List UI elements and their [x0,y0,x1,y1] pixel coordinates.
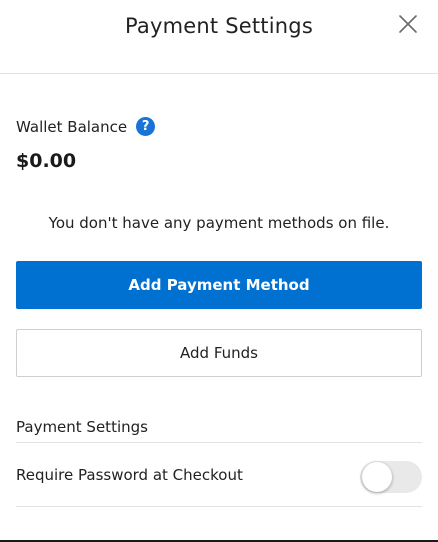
add-funds-button[interactable]: Add Funds [16,329,422,377]
require-password-toggle[interactable] [360,461,422,493]
wallet-balance-amount: $0.00 [16,150,77,172]
require-password-label: Require Password at Checkout [16,466,243,484]
help-icon[interactable]: ? [136,117,156,136]
add-payment-method-button[interactable]: Add Payment Method [16,261,422,309]
page-title: Payment Settings [125,14,313,38]
close-icon [399,15,417,33]
close-button[interactable] [396,12,420,36]
toggle-knob [362,462,392,492]
no-payment-methods-message: You don't have any payment methods on fi… [48,214,390,232]
modal-header: Payment Settings [0,0,438,74]
require-password-setting-row: Require Password at Checkout [16,443,422,507]
payment-settings-section-title: Payment Settings [16,418,148,436]
wallet-balance-label: Wallet Balance [16,117,128,136]
wallet-balance-row: Wallet Balance ? [16,117,156,136]
